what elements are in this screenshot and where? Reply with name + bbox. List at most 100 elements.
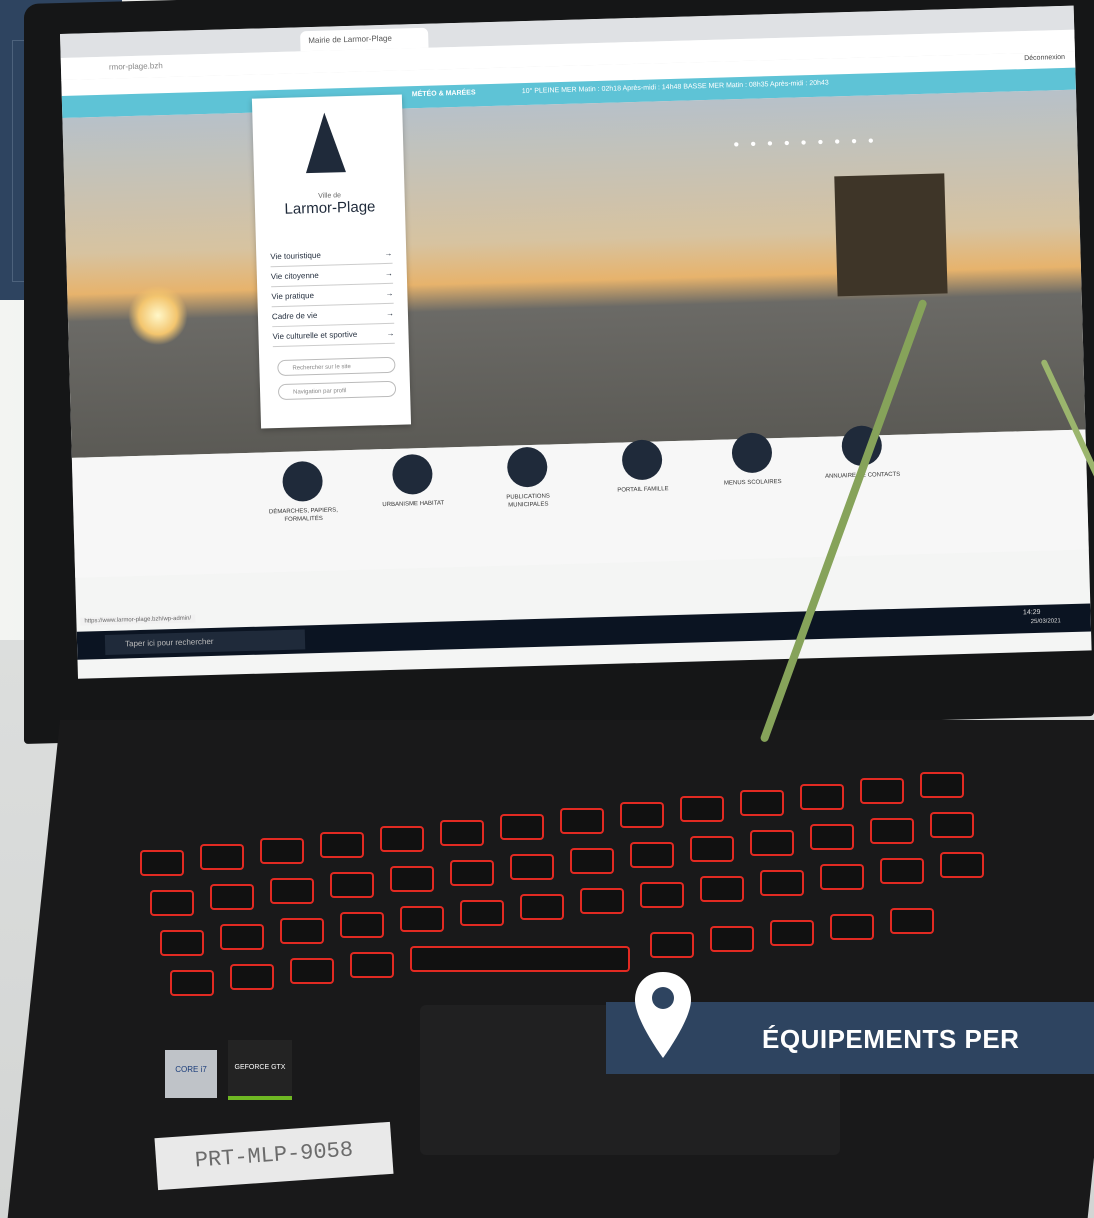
keyboard-key	[390, 866, 434, 892]
keyboard-key	[810, 824, 854, 850]
keyboard-key	[560, 808, 604, 834]
keyboard-key	[620, 802, 664, 828]
arrow-right-icon: →	[385, 308, 395, 319]
hero-photo: ● ● ● ● ● ● ● ● ●	[62, 89, 1086, 458]
menu-item-label: Vie culturelle et sportive	[272, 329, 358, 342]
category-portail-famille[interactable]: PORTAIL FAMILLE	[602, 439, 683, 495]
category-label: MENUS SCOLAIRES	[723, 479, 782, 487]
category-publications[interactable]: PUBLICATIONS MUNICIPALES	[487, 446, 569, 510]
keyboard-key	[680, 796, 724, 822]
slider-dots[interactable]: ● ● ● ● ● ● ● ● ●	[733, 135, 878, 150]
menu-item-label: Vie pratique	[271, 291, 315, 302]
keyboard-key	[700, 876, 744, 902]
keyboard-spacebar	[410, 946, 630, 972]
keyboard-key	[510, 854, 554, 880]
taskbar-time: 14:29	[1022, 608, 1041, 617]
keyboard-key	[860, 778, 904, 804]
keyboard-key	[570, 848, 614, 874]
arrow-right-icon: →	[384, 268, 393, 279]
keyboard-key	[210, 884, 254, 910]
category-label: PORTAIL FAMILLE	[617, 486, 669, 494]
keyboard-key	[650, 932, 694, 958]
brand-name: Larmor-Plage	[284, 198, 376, 218]
keyboard-key	[340, 912, 384, 938]
keyboard-key	[580, 888, 624, 914]
keyboard-key	[150, 890, 194, 916]
keyboard-key	[520, 894, 564, 920]
keyboard-key	[830, 914, 874, 940]
nvidia-badge-text: GEFORCE GTX	[234, 1064, 286, 1071]
spire-logo-icon	[304, 112, 346, 174]
keyboard-key	[380, 826, 424, 852]
keyboard-key	[770, 920, 814, 946]
category-urbanisme[interactable]: URBANISME HABITAT	[372, 453, 453, 509]
keyboard-key	[170, 970, 214, 996]
keyboard-key	[260, 838, 304, 864]
intel-badge-text: CORE i7	[175, 1065, 207, 1074]
keyboard-key	[930, 812, 974, 838]
keyboard-key	[220, 924, 264, 950]
backlit-keyboard	[140, 770, 1090, 1020]
category-label: DÉMARCHES, PAPIERS, FORMALITÉS	[268, 507, 338, 523]
laptop-screen: Mairie de Larmor-Plage rmor-plage.bzh Dé…	[60, 5, 1092, 679]
keyboard-key	[280, 918, 324, 944]
category-demarches[interactable]: DÉMARCHES, PAPIERS, FORMALITÉS	[262, 460, 344, 524]
logout-link[interactable]: Déconnexion	[1024, 54, 1065, 62]
keyboard-key	[740, 790, 784, 816]
keyboard-key	[330, 872, 374, 898]
keyboard-key	[140, 850, 184, 876]
arrow-right-icon: →	[385, 288, 394, 299]
keyboard-key	[230, 964, 274, 990]
sunset-sun	[127, 284, 189, 347]
site-search-input[interactable]: Rechercher sur le site	[277, 356, 396, 377]
keyboard-key	[460, 900, 504, 926]
menu-item-cadre-de-vie[interactable]: Cadre de vie →	[271, 304, 395, 328]
arrow-right-icon: →	[386, 328, 395, 338]
keyboard-key	[450, 860, 494, 886]
keyboard-key	[760, 870, 804, 896]
intel-sticker: CORE i7	[165, 1050, 217, 1098]
keyboard-key	[690, 836, 734, 862]
arrow-right-icon: →	[384, 248, 393, 259]
family-icon	[621, 439, 663, 481]
menu-item-vie-culturelle[interactable]: Vie culturelle et sportive →	[272, 324, 395, 348]
site-logo[interactable]: Ville de Larmor-Plage	[255, 190, 406, 218]
publication-icon	[506, 446, 548, 488]
city-icon	[391, 453, 433, 495]
keyboard-key	[350, 952, 394, 978]
status-url: https://www.larmor-plage.bzh/wp-admin/	[80, 614, 196, 626]
keyboard-key	[710, 926, 754, 952]
keyboard-key	[440, 820, 484, 846]
photo-scene: Mairie de Larmor-Plage rmor-plage.bzh Dé…	[0, 0, 1094, 1218]
windows-taskbar: Taper ici pour rechercher 14:29 25/03/20…	[76, 603, 1092, 660]
tide-info: 10° PLEINE MER Matin : 02h18 Après-midi …	[521, 79, 829, 96]
category-menus-scolaires[interactable]: MENUS SCOLAIRES	[711, 432, 792, 488]
keyboard-key	[630, 842, 674, 868]
taskbar-date: 25/03/2021	[1030, 618, 1061, 626]
menu-item-vie-pratique[interactable]: Vie pratique →	[271, 284, 394, 308]
menu-item-vie-touristique[interactable]: Vie touristique →	[270, 244, 393, 268]
site-menu-card: Ville de Larmor-Plage Vie touristique → …	[251, 94, 412, 429]
category-label: URBANISME HABITAT	[382, 500, 445, 509]
keyboard-key	[640, 882, 684, 908]
keyboard-key	[160, 930, 204, 956]
menu-item-vie-citoyenne[interactable]: Vie citoyenne →	[270, 264, 394, 288]
banner-title: ÉQUIPEMENTS PER	[762, 1024, 1020, 1054]
taskbar-search[interactable]: Taper ici pour rechercher	[104, 629, 306, 655]
keyboard-key	[400, 906, 444, 932]
keyboard-key	[940, 852, 984, 878]
documents-icon	[282, 460, 324, 502]
category-label: PUBLICATIONS MUNICIPALES	[506, 493, 550, 509]
keyboard-key	[820, 864, 864, 890]
profile-nav-button[interactable]: Navigation par profil	[277, 380, 397, 401]
keyboard-key	[750, 830, 794, 856]
keyboard-key	[920, 772, 964, 798]
keyboard-key	[880, 858, 924, 884]
keyboard-key	[870, 818, 914, 844]
cutlery-icon	[731, 432, 773, 474]
keyboard-key	[270, 878, 314, 904]
keyboard-key	[320, 832, 364, 858]
menu-item-label: Vie citoyenne	[270, 270, 319, 282]
keyboard-key	[290, 958, 334, 984]
meteo-label[interactable]: MÉTÉO & MARÉES	[412, 89, 476, 98]
